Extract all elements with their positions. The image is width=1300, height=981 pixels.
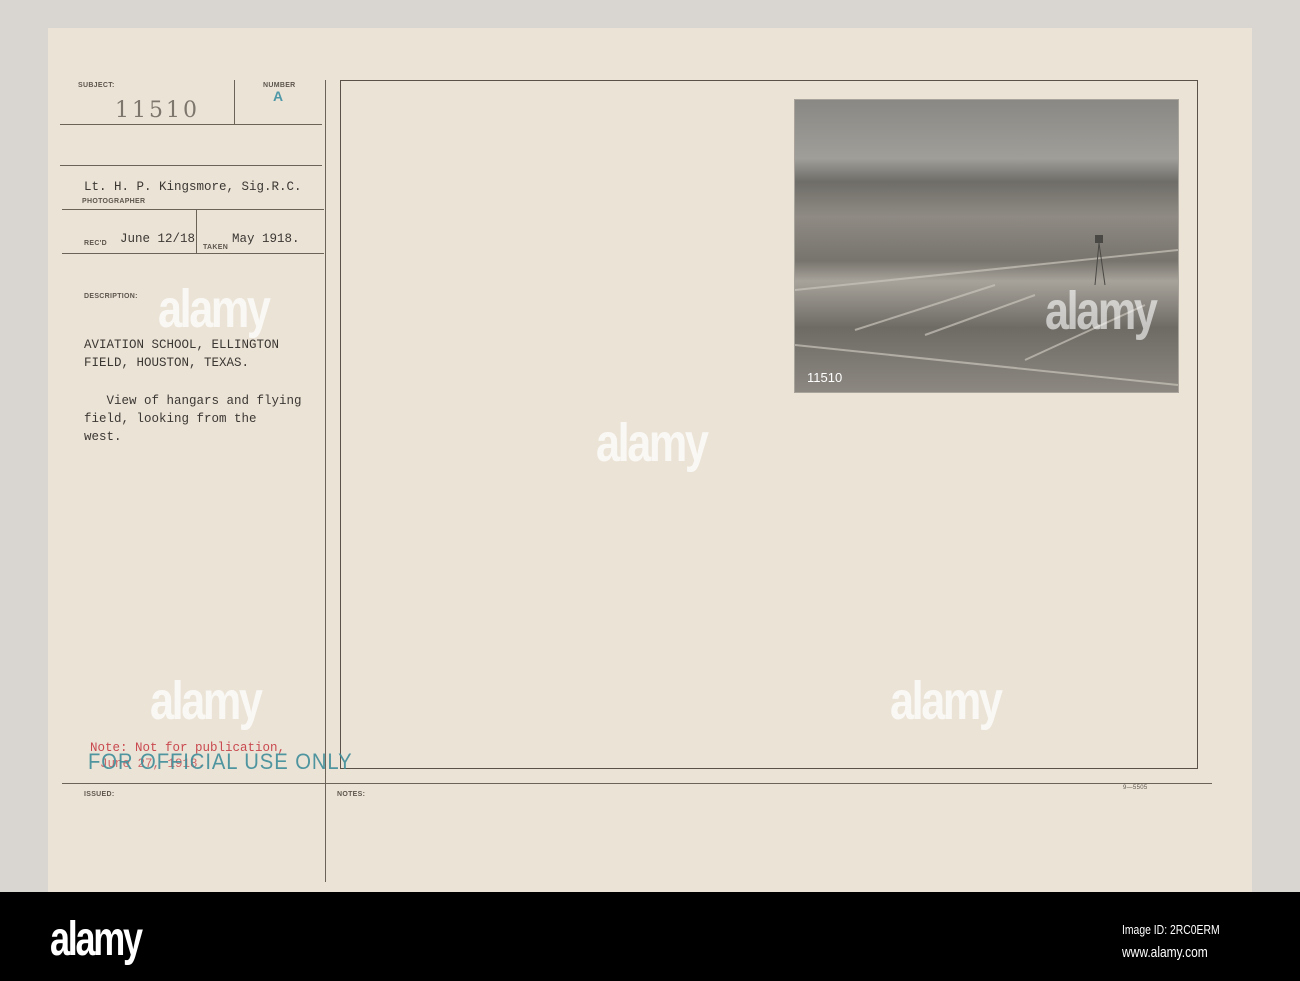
divider: [196, 210, 197, 254]
alamy-url[interactable]: www.alamy.com: [1122, 944, 1208, 961]
official-use-stamp: FOR OFFICIAL USE ONLY: [88, 749, 353, 774]
bottom-divider: [62, 783, 1212, 784]
issued-label: ISSUED:: [84, 791, 115, 798]
description-text: View of hangars and flying field, lookin…: [84, 394, 302, 444]
subject-value: 11510: [115, 98, 200, 123]
watermark: alamy: [596, 413, 709, 473]
recd-label: REC'D: [84, 240, 107, 247]
description-title: AVIATION SCHOOL, ELLINGTON FIELD, HOUSTO…: [84, 338, 280, 370]
airfield-sketch: [795, 235, 1178, 386]
watermark: alamy: [890, 671, 1003, 731]
photographer-label: PHOTOGRAPHER: [82, 198, 146, 205]
aerial-photograph: 11510: [795, 100, 1178, 392]
divider: [60, 124, 322, 125]
alamy-logo: alamy: [50, 913, 143, 966]
divider: [62, 253, 324, 254]
watermark: alamy: [158, 279, 271, 339]
photo-caption: 11510: [807, 370, 843, 385]
image-id: Image ID: 2RC0ERM: [1122, 922, 1220, 937]
watermark: alamy: [150, 671, 263, 731]
subject-label: SUBJECT:: [78, 82, 115, 89]
taken-label: TAKEN: [203, 244, 229, 251]
alamy-footer: alamy Image ID: 2RC0ERM www.alamy.com: [0, 892, 1300, 981]
description-label: DESCRIPTION:: [84, 293, 138, 300]
watermark: alamy: [1045, 281, 1158, 341]
form-number: 9—5505: [1123, 785, 1148, 791]
divider: [60, 165, 322, 166]
recd-value: June 12/18: [120, 232, 196, 246]
divider: [234, 80, 235, 124]
photographer-value: Lt. H. P. Kingsmore, Sig.R.C.: [84, 180, 302, 194]
notes-label: NOTES:: [337, 791, 366, 798]
taken-value: May 1918.: [232, 232, 300, 246]
number-value: A: [273, 88, 284, 104]
divider: [62, 209, 324, 210]
